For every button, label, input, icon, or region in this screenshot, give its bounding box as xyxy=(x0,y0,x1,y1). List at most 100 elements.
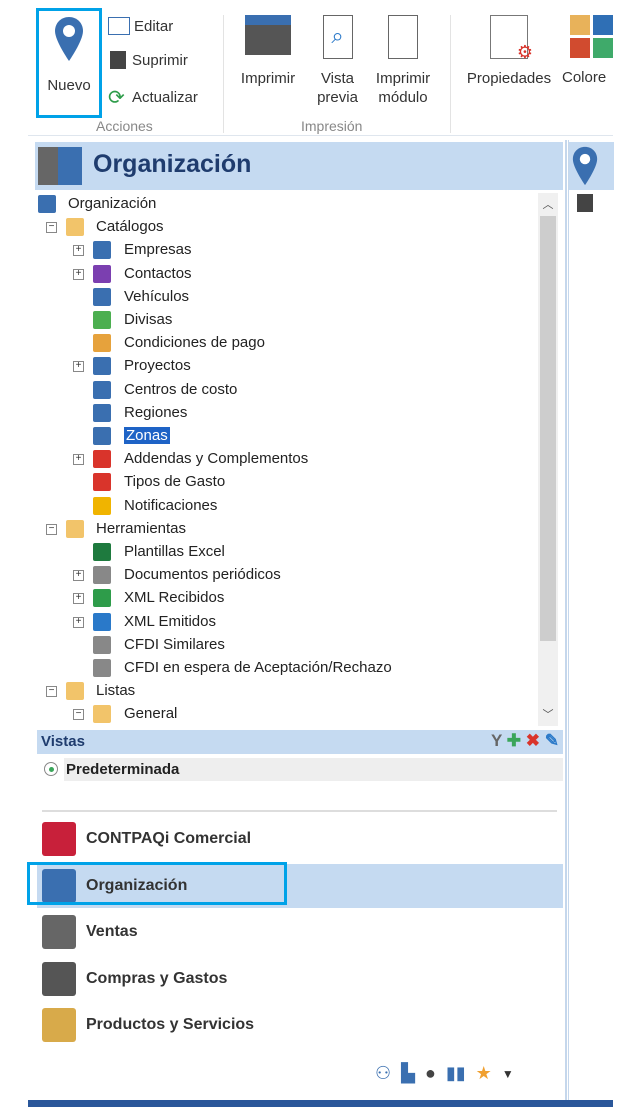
tree-item-label: Notificaciones xyxy=(124,496,218,514)
contacts-icon[interactable]: ⚇ xyxy=(375,1063,391,1085)
nav-item[interactable]: Ventas xyxy=(37,910,563,954)
item-icon xyxy=(93,427,111,445)
collapse-icon[interactable]: − xyxy=(46,686,57,698)
collapse-icon[interactable]: − xyxy=(73,709,84,721)
folder-icon xyxy=(66,218,84,237)
tree-item-label: Regiones xyxy=(124,403,188,421)
refresh-icon: ⟳ xyxy=(108,87,125,109)
suprimir-button[interactable]: Suprimir xyxy=(108,51,188,69)
collapse-icon[interactable]: − xyxy=(46,222,57,234)
item-icon xyxy=(93,241,111,260)
item-icon xyxy=(93,357,111,376)
expand-icon[interactable]: + xyxy=(73,570,84,582)
tree-item-label: Herramientas xyxy=(96,519,187,537)
scroll-down-icon[interactable]: ﹀ xyxy=(538,706,558,722)
building-icon xyxy=(38,195,56,213)
tree-item-label: General xyxy=(124,705,178,723)
item-icon xyxy=(93,659,111,677)
tree-view[interactable]: Organización − Catálogos + Empresas + Contacto… xyxy=(35,193,538,726)
nav-item-label: Ventas xyxy=(86,923,138,940)
expand-icon[interactable]: + xyxy=(73,593,84,605)
nav-item[interactable]: Productos y Servicios xyxy=(37,1003,563,1047)
vistas-title: Vistas xyxy=(41,733,85,750)
ribbon: Nuevo Editar Suprimir ⟳ Actualizar Accion… xyxy=(28,5,613,136)
organizacion-highlight xyxy=(27,862,287,905)
editar-button[interactable]: Editar xyxy=(108,17,173,35)
binders-icon[interactable]: ▮▮ xyxy=(446,1063,466,1085)
item-icon xyxy=(93,311,111,329)
delete-icon[interactable]: ✖ xyxy=(526,731,540,750)
tree-item-label: Divisas xyxy=(124,311,173,328)
item-icon xyxy=(93,612,111,631)
vista-previa-button[interactable]: ⌕ Vista previa xyxy=(310,15,365,107)
item-icon xyxy=(93,403,111,422)
edit-icon xyxy=(108,17,130,35)
expand-icon[interactable]: + xyxy=(73,245,84,257)
scroll-up-icon[interactable]: ︿ xyxy=(538,196,558,212)
colors-icon xyxy=(570,15,613,58)
panel-title: Organización xyxy=(93,150,252,178)
folder-icon xyxy=(66,519,84,538)
map-pin-icon xyxy=(572,146,598,186)
tree-item-label: Empresas xyxy=(124,241,192,259)
tree-item-label: Catálogos xyxy=(96,218,164,236)
colores-button[interactable]: Colore xyxy=(562,15,613,87)
actualizar-button[interactable]: ⟳ Actualizar xyxy=(108,85,198,110)
expand-icon[interactable]: + xyxy=(73,268,84,280)
item-icon xyxy=(93,264,111,283)
expand-icon[interactable]: + xyxy=(73,616,84,628)
building-icon xyxy=(38,147,82,185)
item-icon xyxy=(93,566,111,585)
nav-footer-icons: ⚇ ▙ ● ▮▮ ★ ▼ xyxy=(375,1063,514,1085)
item-icon xyxy=(93,450,111,469)
propiedades-button[interactable]: ⚙ Propiedades xyxy=(460,15,558,88)
filter-icon[interactable]: Y xyxy=(491,731,502,750)
view-item-predeterminada[interactable]: Predeterminada xyxy=(40,757,563,781)
edit-icon[interactable]: ✎ xyxy=(545,731,559,750)
imprimir-button[interactable]: Imprimir xyxy=(233,15,303,88)
factory-icon[interactable]: ▙ xyxy=(401,1063,415,1085)
nav-item-label: Compras y Gastos xyxy=(86,969,228,987)
tree-item-label: Organización xyxy=(68,195,157,212)
printer-icon xyxy=(245,15,291,55)
divider xyxy=(42,810,557,812)
nuevo-button[interactable]: Nuevo xyxy=(36,8,102,118)
tree-item-label: Vehículos xyxy=(124,287,190,305)
item-icon xyxy=(93,334,111,353)
preview-icon: ⌕ xyxy=(322,15,353,59)
tree-item-label: Addendas y Complementos xyxy=(124,450,309,468)
radio-selected-icon[interactable] xyxy=(44,762,58,776)
tree-item-label: Documentos periódicos xyxy=(124,566,281,584)
item-icon xyxy=(93,473,111,492)
folder-icon xyxy=(93,705,111,724)
tree-item-label: Listas xyxy=(96,682,136,700)
tree-item-label: Proyectos xyxy=(124,357,191,375)
map-pin-icon xyxy=(55,17,83,61)
nav-item-label: CONTPAQi Comercial xyxy=(86,830,252,847)
imprimir-modulo-button[interactable]: Imprimir módulo xyxy=(368,15,438,107)
add-icon[interactable]: ✚ xyxy=(507,731,521,750)
nav-item[interactable]: CONTPAQi Comercial xyxy=(37,817,563,861)
trash-icon[interactable] xyxy=(577,194,593,212)
print-module-icon xyxy=(388,15,418,59)
module-icon xyxy=(42,915,76,949)
group-impresion: Impresión xyxy=(301,118,363,134)
group-acciones: Acciones xyxy=(96,118,153,134)
status-bar xyxy=(28,1100,613,1107)
scrollbar-thumb[interactable] xyxy=(540,216,556,641)
item-icon xyxy=(93,589,111,608)
tree-item-label: CFDI Similares xyxy=(124,635,225,653)
expand-icon[interactable]: + xyxy=(73,361,84,373)
chevron-down-icon[interactable]: ▼ xyxy=(502,1063,514,1085)
tree-item-label: Contactos xyxy=(124,264,192,282)
expand-icon[interactable]: + xyxy=(73,454,84,466)
piggy-bank-icon[interactable]: ● xyxy=(425,1063,436,1085)
trash-icon xyxy=(110,51,126,69)
nav-item-label: Productos y Servicios xyxy=(86,1016,255,1033)
collapse-icon[interactable]: − xyxy=(46,523,57,535)
star-icon[interactable]: ★ xyxy=(476,1063,492,1085)
tree-item-label: Zonas xyxy=(124,427,170,444)
tree-item-label: XML Emitidos xyxy=(124,612,216,630)
nav-item[interactable]: Compras y Gastos xyxy=(37,957,563,1001)
tree-item-label: Condiciones de pago xyxy=(124,334,265,352)
